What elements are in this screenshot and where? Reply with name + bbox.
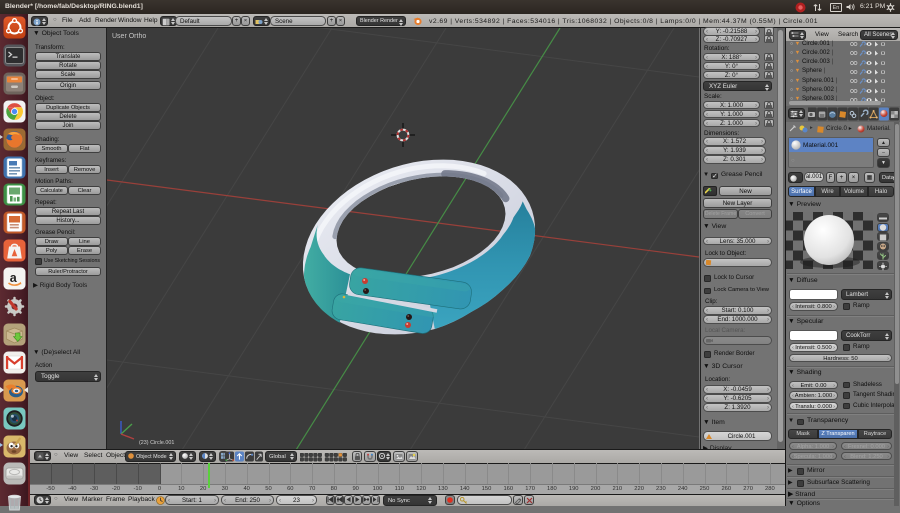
svg-text:a: a: [9, 271, 17, 285]
svg-text:(23) Circle.001: (23) Circle.001: [139, 440, 174, 446]
svg-text:User Ortho: User Ortho: [112, 33, 146, 40]
